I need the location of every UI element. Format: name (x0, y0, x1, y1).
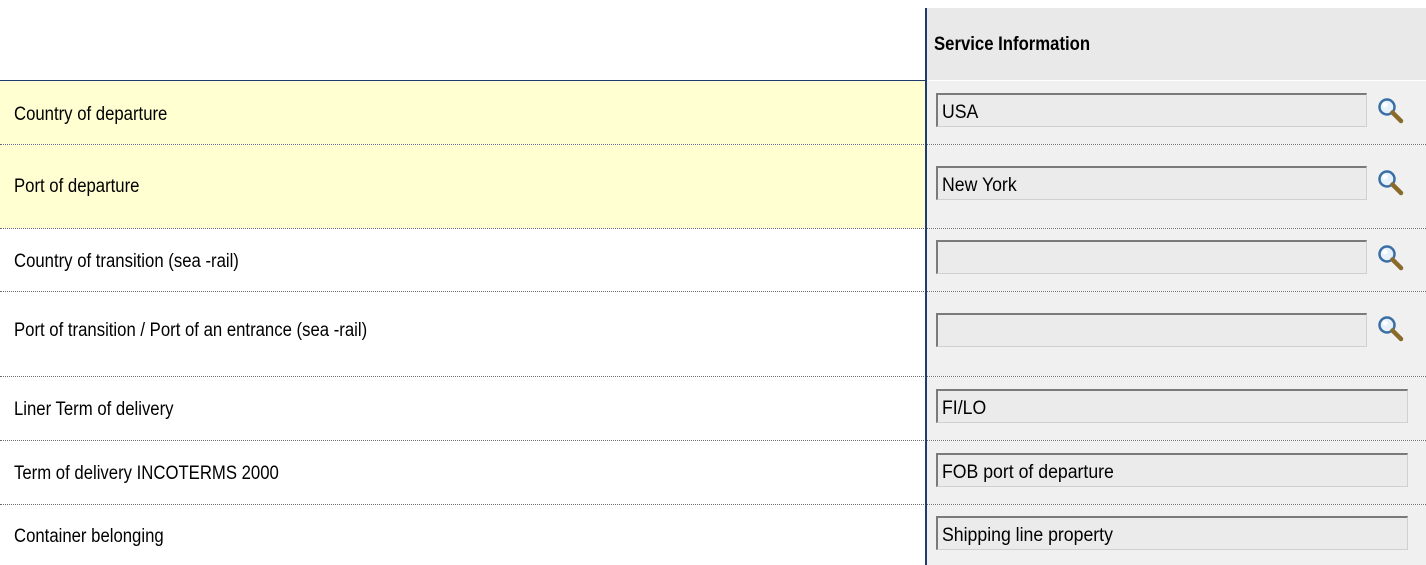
table-header (0, 8, 1426, 80)
container-belonging-field[interactable]: Shipping line property (936, 516, 1408, 550)
field-value: New York (942, 175, 1017, 196)
country-of-transition-field[interactable] (936, 240, 1367, 274)
column-divider (925, 8, 927, 565)
label-cell: Port of transition / Port of an entrance… (0, 292, 925, 376)
label-cell: Port of departure (0, 145, 925, 228)
magnifier-icon[interactable] (1376, 96, 1406, 126)
service-information-form: Service Information Country of departure… (0, 0, 1426, 565)
field-value: Shipping line property (942, 525, 1113, 546)
row-label: Port of departure (14, 176, 140, 197)
field-value: FI/LO (942, 398, 987, 419)
label-cell: Term of delivery INCOTERMS 2000 (0, 441, 925, 504)
label-cell: Container belonging (0, 505, 925, 565)
magnifier-icon[interactable] (1376, 243, 1406, 273)
label-cell: Country of departure (0, 81, 925, 144)
row-label: Country of transition (sea -rail) (14, 251, 239, 272)
label-cell: Country of transition (sea -rail) (0, 229, 925, 291)
port-of-departure-field[interactable]: New York (936, 166, 1367, 200)
row-label: Country of departure (14, 104, 168, 125)
header-title: Service Information (934, 34, 1091, 55)
magnifier-icon[interactable] (1376, 168, 1406, 198)
row-label: Term of delivery INCOTERMS 2000 (14, 463, 279, 484)
field-value: FOB port of departure (942, 462, 1114, 483)
port-of-transition-field[interactable] (936, 313, 1367, 347)
field-value: USA (942, 102, 979, 123)
liner-term-field[interactable]: FI/LO (936, 389, 1408, 423)
label-cell: Liner Term of delivery (0, 377, 925, 440)
row-label: Container belonging (14, 526, 164, 547)
magnifier-icon[interactable] (1376, 314, 1406, 344)
row-label: Liner Term of delivery (14, 399, 174, 420)
incoterms-field[interactable]: FOB port of departure (936, 453, 1408, 487)
row-label: Port of transition / Port of an entrance… (14, 320, 368, 341)
country-of-departure-field[interactable]: USA (936, 93, 1367, 127)
